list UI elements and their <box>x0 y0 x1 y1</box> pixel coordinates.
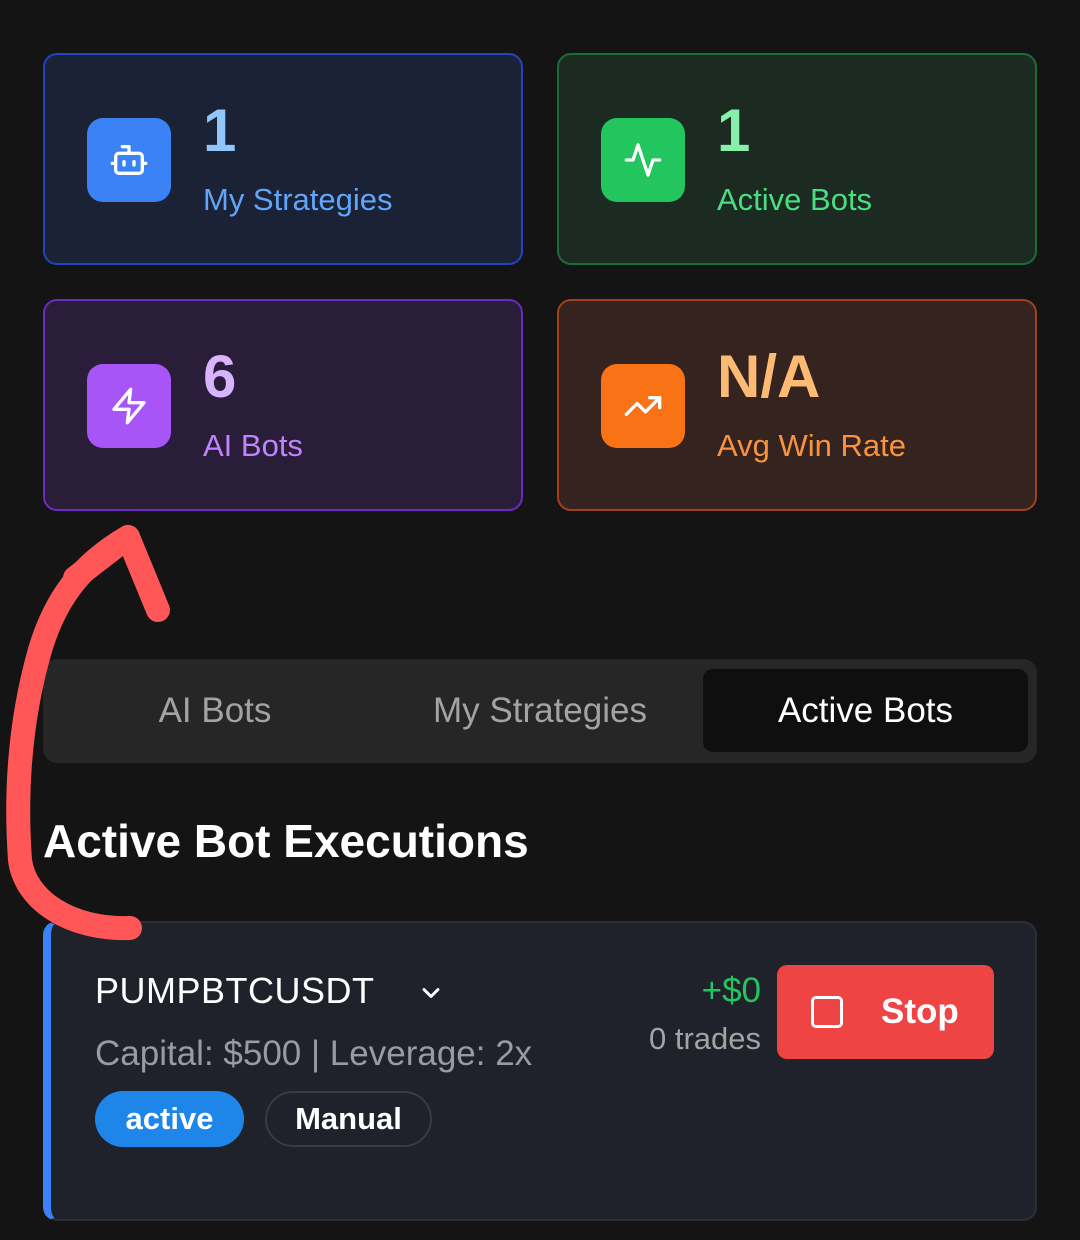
stat-label: Active Bots <box>717 182 873 217</box>
stat-label: My Strategies <box>203 182 393 217</box>
stat-value: 6 <box>203 343 237 410</box>
stat-value: 1 <box>203 97 237 164</box>
tab-ai-bots[interactable]: AI Bots <box>53 669 377 752</box>
pnl-value: +$0 <box>701 971 761 1010</box>
stat-label: AI Bots <box>203 428 303 463</box>
stat-card-my-strategies[interactable]: 1 My Strategies <box>43 53 523 265</box>
stat-card-active-bots[interactable]: 1 Active Bots <box>557 53 1037 265</box>
status-badge: active <box>95 1091 244 1147</box>
stat-value: N/A <box>717 343 821 410</box>
stat-value: 1 <box>717 97 751 164</box>
tab-bar: AI Bots My Strategies Active Bots <box>43 659 1037 763</box>
bot-execution-card: PUMPBTCUSDT Capital: $500 | Leverage: 2x… <box>43 921 1037 1221</box>
stop-square-icon <box>811 996 843 1028</box>
stat-label: Avg Win Rate <box>717 428 906 463</box>
stat-card-ai-bots[interactable]: 6 AI Bots <box>43 299 523 511</box>
stop-button[interactable]: Stop <box>777 965 994 1059</box>
tab-my-strategies[interactable]: My Strategies <box>378 669 702 752</box>
chevron-down-icon[interactable] <box>417 979 445 1007</box>
robot-icon <box>87 118 171 202</box>
section-title: Active Bot Executions <box>43 815 529 867</box>
trade-count: 0 trades <box>648 1021 761 1056</box>
stop-button-label: Stop <box>881 992 959 1031</box>
mode-badge: Manual <box>265 1091 432 1147</box>
capital-leverage-text: Capital: $500 | Leverage: 2x <box>95 1034 533 1073</box>
trending-up-icon <box>601 364 685 448</box>
zap-icon <box>87 364 171 448</box>
stat-card-avg-win-rate[interactable]: N/A Avg Win Rate <box>557 299 1037 511</box>
tab-active-bots[interactable]: Active Bots <box>703 669 1028 752</box>
activity-icon <box>601 118 685 202</box>
trading-pair: PUMPBTCUSDT <box>95 970 375 1011</box>
